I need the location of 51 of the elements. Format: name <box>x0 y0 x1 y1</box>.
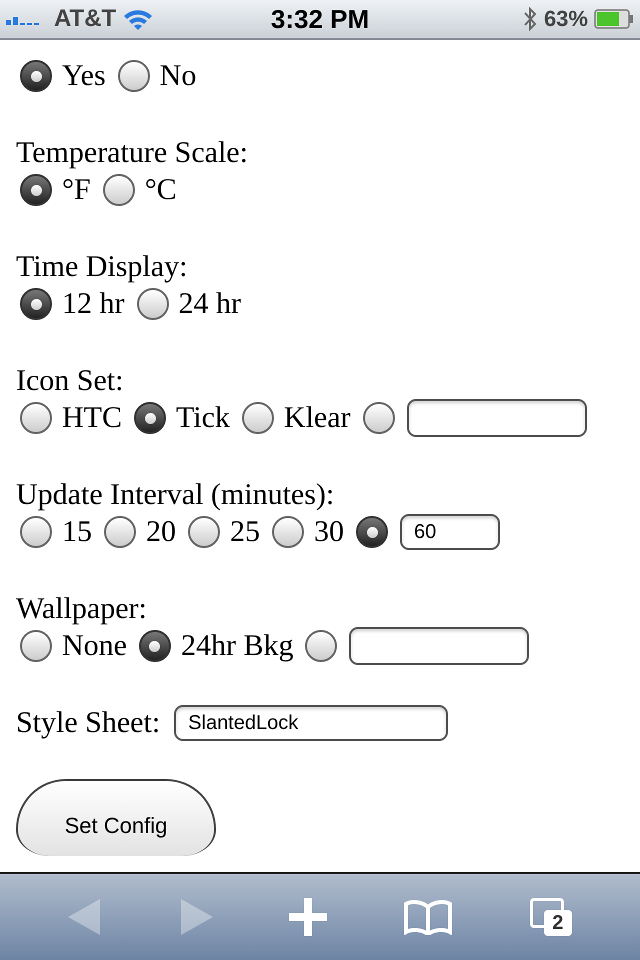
radio-button[interactable] <box>272 516 304 548</box>
add-icon[interactable] <box>288 898 327 936</box>
radio-label: Klear <box>284 400 351 436</box>
radio-button[interactable] <box>138 630 171 662</box>
radio-label: Yes <box>62 58 106 94</box>
field-label: Update Interval (minutes): <box>16 477 336 513</box>
bluetooth-icon <box>522 5 538 33</box>
radio-label: 12 hr <box>62 286 124 322</box>
radio-button[interactable] <box>102 174 135 206</box>
input-field[interactable] <box>349 627 530 665</box>
radio-button[interactable] <box>188 516 220 548</box>
radio-label: °F <box>62 172 91 208</box>
radio-button[interactable] <box>242 402 274 434</box>
radio-label: None <box>62 628 127 664</box>
battery-percent: 63% <box>544 6 588 32</box>
radio-button[interactable] <box>305 630 338 662</box>
radio-button[interactable] <box>20 630 52 662</box>
set-config-button[interactable]: Set Config <box>16 779 216 856</box>
radio-button[interactable] <box>134 402 166 434</box>
carrier-name: AT&T <box>54 5 116 33</box>
radio-label: °C <box>144 172 177 208</box>
battery-icon <box>594 9 634 29</box>
field-label: Temperature Scale: <box>16 135 249 171</box>
radio-button[interactable] <box>20 402 52 434</box>
radio-label: No <box>160 58 196 94</box>
field-label: Style Sheet: <box>16 705 160 741</box>
radio-label: 25 <box>230 514 260 550</box>
field-label: Time Display: <box>16 249 188 285</box>
radio-button[interactable] <box>104 516 136 548</box>
radio-button[interactable] <box>136 288 168 320</box>
input-field[interactable]: 60 <box>400 514 500 550</box>
radio-button[interactable] <box>356 516 388 548</box>
field-label: Wallpaper: <box>16 591 148 627</box>
radio-label: Tick <box>176 400 230 436</box>
radio-label: HTC <box>62 400 122 436</box>
book-icon[interactable] <box>403 899 454 935</box>
radio-button[interactable] <box>20 288 52 320</box>
clock-time: 3:32 PM <box>270 4 370 34</box>
field-label: Icon Set: <box>16 363 124 399</box>
radio-label: 24 hr <box>178 286 241 322</box>
radio-button[interactable] <box>20 516 52 548</box>
radio-button[interactable] <box>118 60 150 92</box>
radio-button[interactable] <box>362 402 395 434</box>
radio-button[interactable] <box>20 174 52 206</box>
radio-label: 24hr Bkg <box>180 628 294 664</box>
input-field[interactable]: SlantedLock <box>174 705 448 741</box>
radio-label: 30 <box>314 514 344 550</box>
radio-button[interactable] <box>20 60 52 92</box>
input-field[interactable] <box>406 399 587 437</box>
radio-label: 20 <box>146 514 176 550</box>
radio-label: 15 <box>62 514 92 550</box>
